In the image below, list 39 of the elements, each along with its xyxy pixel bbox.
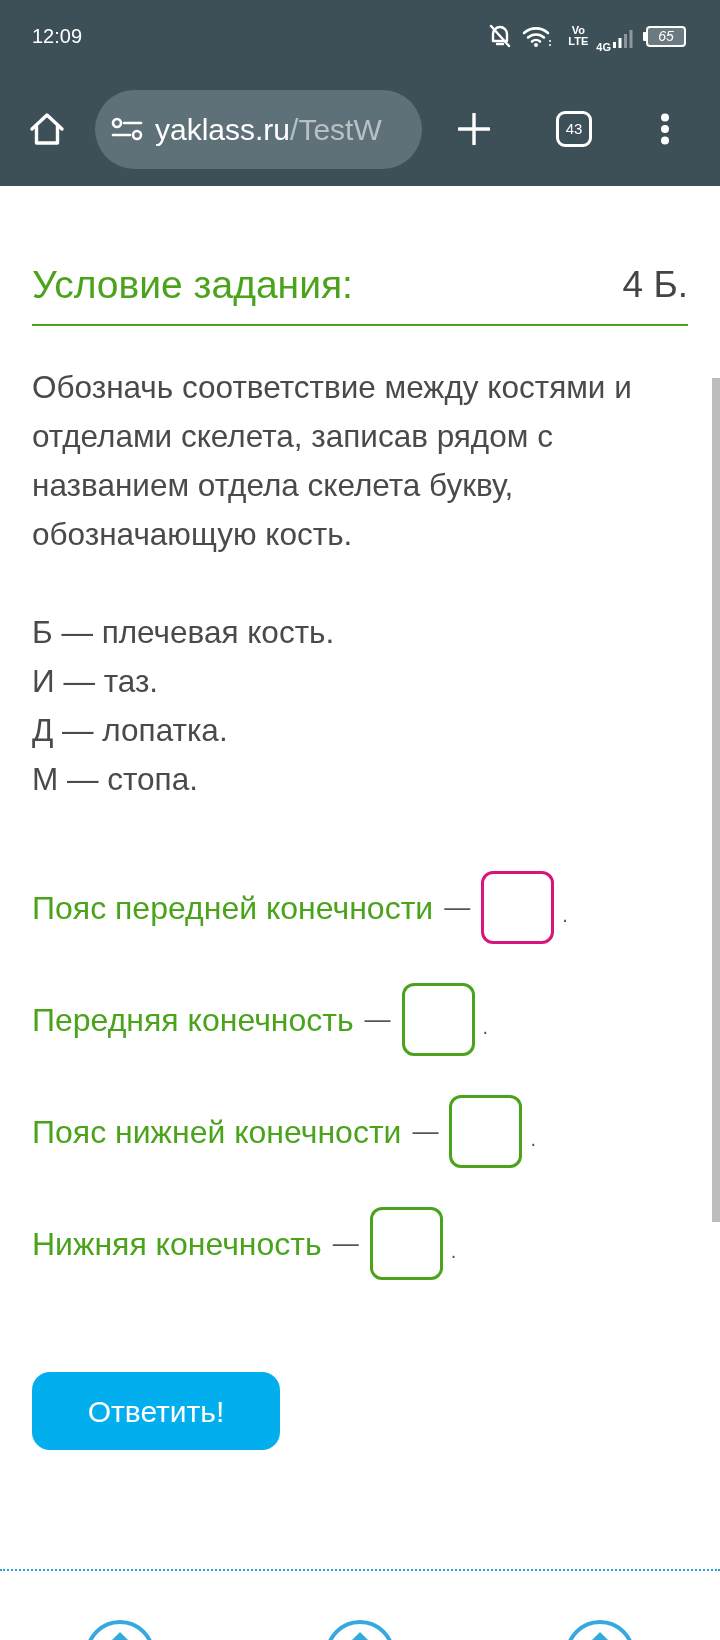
url-path: /TestW [290, 111, 382, 148]
dash-text: — [332, 1227, 359, 1260]
answer-label: Пояс нижней конечности [32, 1112, 402, 1152]
legend-line: Б — плечевая кость. [32, 613, 336, 652]
url-domain: yaklass.ru [155, 111, 291, 148]
answer-label: Нижняя конечность [32, 1224, 322, 1264]
battery-indicator: 65 [643, 25, 686, 47]
answer-box[interactable] [401, 983, 475, 1056]
legend-line: И — таз. [32, 662, 160, 701]
more-menu-icon[interactable] [660, 113, 670, 145]
network-label: Vo [571, 25, 585, 36]
period-text: . [482, 1014, 489, 1040]
network-type: 4G [596, 41, 611, 53]
signal-bars-icon [613, 30, 633, 48]
answer-box[interactable] [481, 871, 555, 944]
tab-count-button[interactable]: 43 [556, 111, 592, 147]
plus-icon[interactable] [458, 113, 490, 145]
answer-label: Пояс передней конечности [32, 888, 434, 928]
network-label: LTE [568, 36, 589, 47]
address-bar[interactable]: yaklass.ru/TestW [95, 89, 422, 169]
period-text: . [530, 1126, 536, 1152]
clock-time: 12:09 [32, 24, 83, 49]
task-heading: Условие задания: [32, 263, 353, 307]
wifi-icon [522, 25, 553, 47]
site-settings-icon[interactable] [111, 117, 143, 141]
dash-text: — [412, 1115, 439, 1148]
points-label: 4 Б. [622, 263, 688, 307]
answer-box[interactable] [449, 1095, 523, 1168]
answer-label: Передняя конечность [32, 1000, 354, 1040]
dash-text: — [364, 1003, 391, 1036]
period-text: . [450, 1238, 457, 1264]
period-text: . [562, 902, 568, 928]
home-icon[interactable] [29, 111, 65, 147]
bell-muted-icon [489, 24, 512, 48]
task-instruction: Обозначь соответствие между костями и отделами скелета, записав рядом с названием отдела скелета букву, обозначающую кость. [32, 368, 633, 554]
answer-box[interactable] [369, 1207, 443, 1280]
legend-line: М — стопа. [32, 760, 199, 799]
dash-text: — [444, 891, 471, 924]
legend-line: Д — лопатка. [32, 711, 229, 750]
